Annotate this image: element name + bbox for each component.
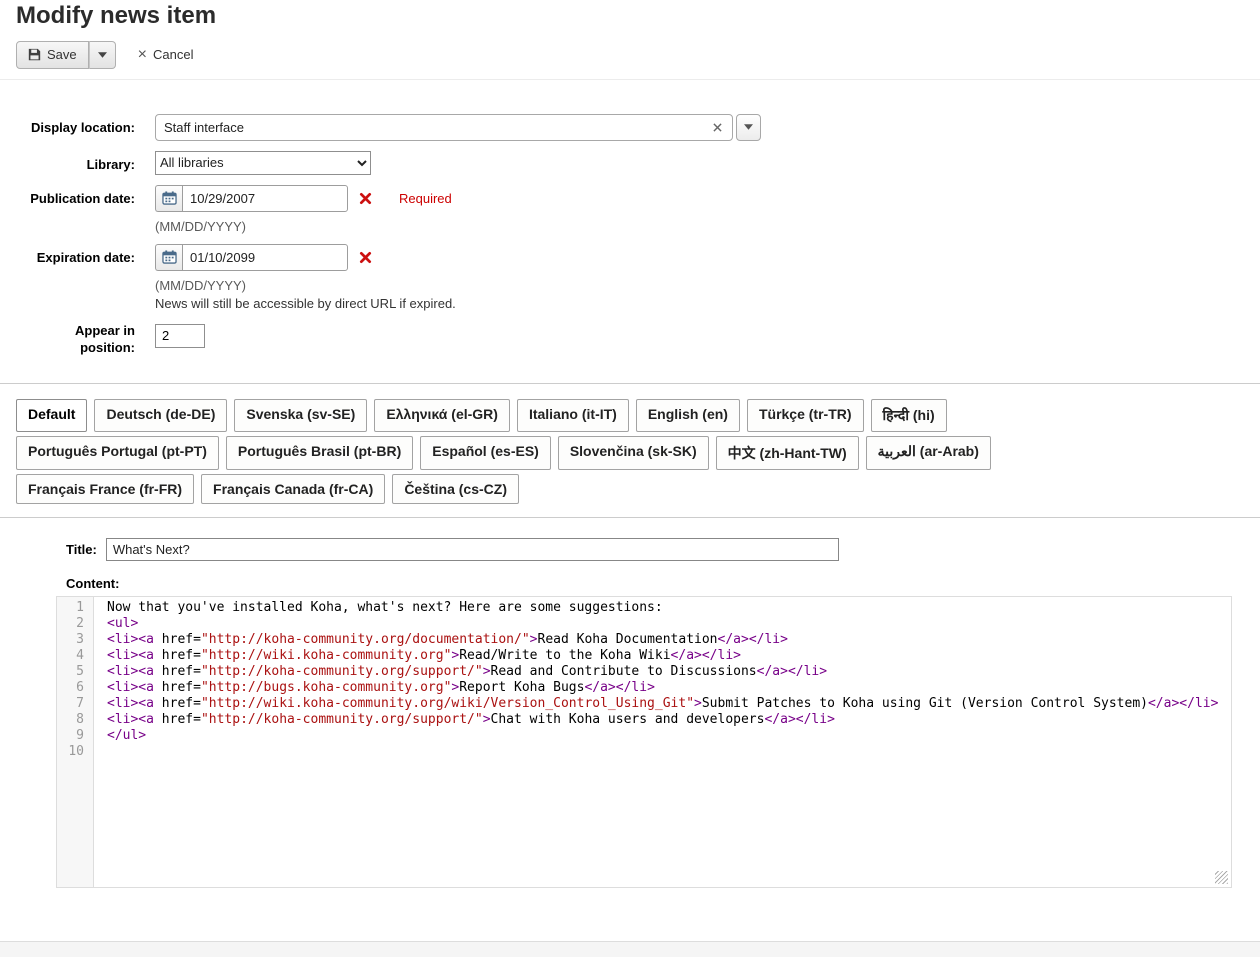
page-title: Modify news item: [16, 2, 1260, 31]
cancel-button[interactable]: × Cancel: [132, 46, 200, 64]
editor-gutter: 12345678910: [57, 597, 94, 887]
tab-fr-CA[interactable]: Français Canada (fr-CA): [201, 474, 385, 504]
news-form: Display location: Staff interface Librar…: [0, 114, 1260, 357]
library-select[interactable]: All libraries: [155, 151, 371, 175]
tab-zh-Hant-TW[interactable]: 中文 (zh-Hant-TW): [716, 436, 859, 470]
save-icon: [28, 48, 41, 61]
publication-date-format-hint: (MM/DD/YYYY): [155, 219, 452, 234]
line-number: 9: [57, 728, 93, 744]
publication-date-label: Publication date:: [0, 185, 155, 206]
calendar-icon: [162, 191, 177, 205]
line-number: 4: [57, 648, 93, 664]
code-line: <li><a href="http://koha-community.org/s…: [107, 664, 1231, 680]
line-number: 3: [57, 632, 93, 648]
tab-es-ES[interactable]: Español (es-ES): [420, 436, 551, 470]
tab-ar-Arab[interactable]: العربية (ar-Arab): [866, 436, 991, 470]
display-location-row: Display location: Staff interface: [0, 114, 1260, 141]
tab-el-GR[interactable]: Ελληνικά (el-GR): [374, 399, 510, 432]
publication-date-calendar-button[interactable]: [155, 185, 182, 212]
display-location-label: Display location:: [0, 114, 155, 135]
calendar-icon: [162, 250, 177, 264]
expiration-date-input[interactable]: [182, 244, 348, 271]
clear-selection-icon[interactable]: [711, 121, 724, 134]
tab-it-IT[interactable]: Italiano (it-IT): [517, 399, 629, 432]
line-number: 7: [57, 696, 93, 712]
tab-sv-SE[interactable]: Svenska (sv-SE): [234, 399, 367, 432]
tab-pt-BR[interactable]: Português Brasil (pt-BR): [226, 436, 413, 470]
display-location-dropdown-toggle[interactable]: [736, 114, 761, 141]
clear-publication-date-icon[interactable]: [358, 191, 373, 206]
save-button-label: Save: [47, 47, 77, 62]
toolbar: Save × Cancel: [0, 41, 1260, 80]
save-button[interactable]: Save: [16, 41, 89, 69]
code-line: Now that you've installed Koha, what's n…: [107, 600, 1231, 616]
position-row: Appear in position:: [0, 321, 1260, 357]
page-footer: [0, 941, 1260, 957]
content-editor: 12345678910 Now that you've installed Ko…: [56, 596, 1232, 888]
expiration-date-row: Expiration date:: [0, 244, 1260, 311]
code-line: <li><a href="http://bugs.koha-community.…: [107, 680, 1231, 696]
code-line: <li><a href="http://koha-community.org/d…: [107, 632, 1231, 648]
tab-sk-SK[interactable]: Slovenčina (sk-SK): [558, 436, 709, 470]
clear-expiration-date-icon[interactable]: [358, 250, 373, 265]
editor-section: Title: Content: 12345678910 Now that you…: [66, 538, 1244, 888]
expiration-date-note: News will still be accessible by direct …: [155, 296, 456, 311]
display-location-value: Staff interface: [164, 120, 711, 135]
code-line: </ul>: [107, 728, 1231, 744]
library-label: Library:: [0, 151, 155, 172]
publication-date-row: Publication date:: [0, 185, 1260, 234]
title-label: Title:: [66, 542, 97, 557]
editor-resize-handle[interactable]: [1215, 871, 1228, 884]
tab-hi[interactable]: हिन्दी (hi): [871, 399, 947, 432]
dropdown-caret-icon: [744, 124, 753, 130]
save-dropdown-toggle[interactable]: [89, 41, 116, 69]
tab-tr-TR[interactable]: Türkçe (tr-TR): [747, 399, 864, 432]
line-number: 5: [57, 664, 93, 680]
line-number: 10: [57, 744, 93, 760]
expiration-date-calendar-button[interactable]: [155, 244, 182, 271]
expiration-date-format-hint: (MM/DD/YYYY): [155, 278, 456, 293]
code-line: <li><a href="http://wiki.koha-community.…: [107, 648, 1231, 664]
content-label: Content:: [66, 576, 1244, 591]
line-number: 2: [57, 616, 93, 632]
code-line: [107, 744, 1231, 760]
editor-code-area[interactable]: Now that you've installed Koha, what's n…: [94, 597, 1231, 887]
cancel-button-label: Cancel: [153, 47, 193, 62]
library-row: Library: All libraries: [0, 151, 1260, 175]
save-split-button: Save: [16, 41, 116, 69]
close-icon: ×: [138, 47, 147, 63]
title-input[interactable]: [106, 538, 839, 561]
publication-date-input[interactable]: [182, 185, 348, 212]
line-number: 6: [57, 680, 93, 696]
line-number: 1: [57, 600, 93, 616]
tab-de-DE[interactable]: Deutsch (de-DE): [94, 399, 227, 432]
caret-down-icon: [98, 52, 107, 58]
tab-cs-CZ[interactable]: Čeština (cs-CZ): [392, 474, 519, 504]
expiration-date-label: Expiration date:: [0, 244, 155, 265]
tab-default[interactable]: Default: [16, 399, 87, 432]
code-line: <ul>: [107, 616, 1231, 632]
required-indicator: Required: [399, 190, 452, 206]
line-number: 8: [57, 712, 93, 728]
display-location-select[interactable]: Staff interface: [155, 114, 733, 141]
tab-pt-PT[interactable]: Português Portugal (pt-PT): [16, 436, 219, 470]
position-label: Appear in position:: [51, 323, 135, 357]
tab-fr-FR[interactable]: Français France (fr-FR): [16, 474, 194, 504]
language-tabs: DefaultDeutsch (de-DE)Svenska (sv-SE)Ελλ…: [0, 383, 1260, 518]
tab-en[interactable]: English (en): [636, 399, 740, 432]
position-input[interactable]: [155, 324, 205, 348]
code-line: <li><a href="http://wiki.koha-community.…: [107, 696, 1231, 712]
code-line: <li><a href="http://koha-community.org/s…: [107, 712, 1231, 728]
